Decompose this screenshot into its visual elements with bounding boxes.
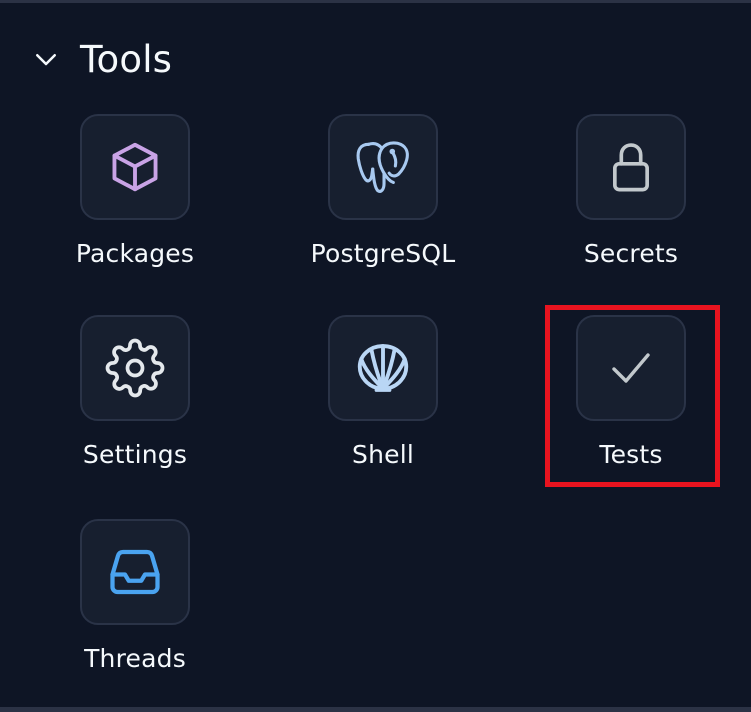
checkmark-icon xyxy=(576,315,686,421)
postgresql-elephant-icon xyxy=(328,114,438,220)
tool-label: Secrets xyxy=(583,239,679,268)
tool-label: Tests xyxy=(599,440,663,469)
tool-label: Threads xyxy=(84,644,186,673)
tool-label: Settings xyxy=(82,440,188,469)
tool-secrets[interactable]: Secrets xyxy=(551,114,711,284)
inbox-tray-icon xyxy=(80,519,190,625)
tool-threads[interactable]: Threads xyxy=(55,519,215,689)
gear-icon xyxy=(80,315,190,421)
tools-panel: Tools Packages PostgreSQL Secrets Settin… xyxy=(0,0,751,712)
lock-icon xyxy=(576,114,686,220)
bottom-divider xyxy=(0,707,751,712)
tool-label: Shell xyxy=(352,440,414,469)
shell-icon xyxy=(328,315,438,421)
tool-label: Packages xyxy=(75,239,195,268)
package-box-icon xyxy=(80,114,190,220)
tool-tests[interactable]: Tests xyxy=(551,315,711,485)
chevron-down-icon[interactable] xyxy=(30,43,62,75)
tool-label: PostgreSQL xyxy=(310,239,456,268)
tools-section-header[interactable]: Tools xyxy=(30,34,172,84)
tool-shell[interactable]: Shell xyxy=(303,315,463,485)
tool-packages[interactable]: Packages xyxy=(55,114,215,284)
top-divider xyxy=(0,0,751,3)
section-title: Tools xyxy=(80,37,173,81)
tool-postgresql[interactable]: PostgreSQL xyxy=(303,114,463,284)
tool-settings[interactable]: Settings xyxy=(55,315,215,485)
